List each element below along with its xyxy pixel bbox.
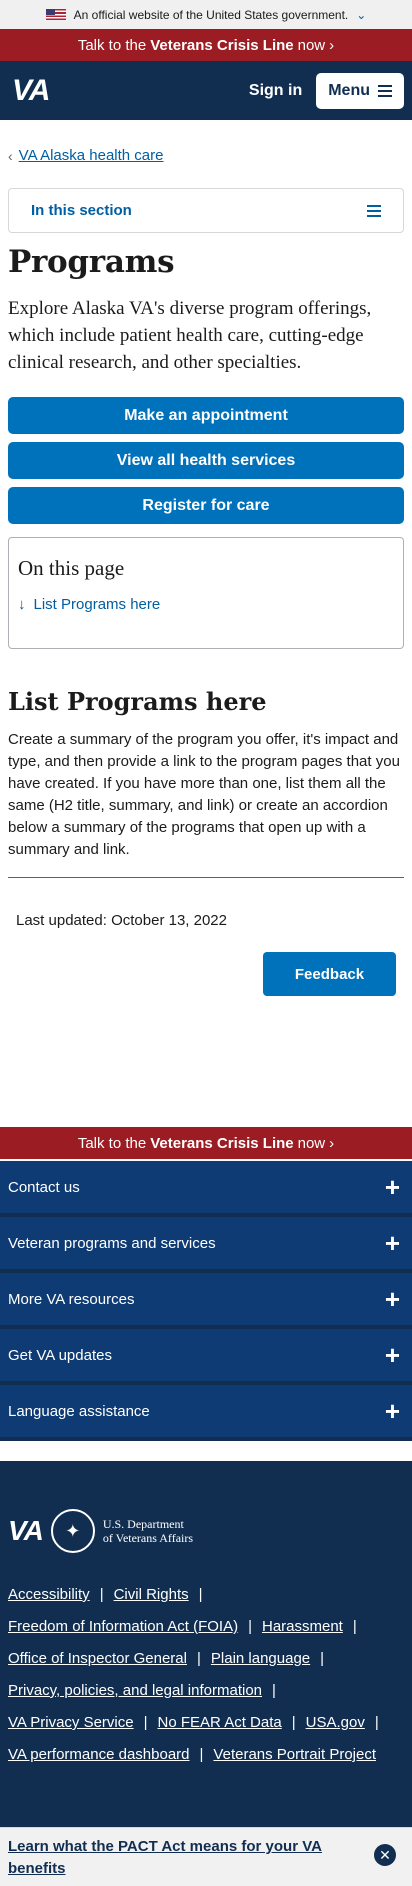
crisis-line-banner[interactable]: Talk to the Veterans Crisis Line now › [0, 29, 412, 61]
accordion-language-assistance[interactable]: Language assistance + [0, 1385, 412, 1441]
footer-logo[interactable]: VA ✦ U.S. Department of Veterans Affairs [8, 1509, 404, 1553]
site-footer: VA ✦ U.S. Department of Veterans Affairs… [0, 1461, 412, 1827]
footer-link-privacy[interactable]: Privacy, policies, and legal information [8, 1675, 262, 1707]
plus-icon: + [384, 1340, 400, 1370]
gov-banner-text: An official website of the United States… [73, 7, 349, 22]
footer-link-oig[interactable]: Office of Inspector General [8, 1643, 187, 1675]
chevron-right-icon: › [329, 36, 335, 54]
section-body: Create a summary of the program you offe… [8, 731, 400, 858]
footer-link-plain-language[interactable]: Plain language [211, 1643, 310, 1675]
footer-link-usa-gov[interactable]: USA.gov [306, 1707, 365, 1739]
footer-link-accessibility[interactable]: Accessibility [8, 1579, 90, 1611]
page-intro: Explore Alaska VA's diverse program offe… [8, 298, 372, 373]
va-logo[interactable]: VA [12, 74, 50, 108]
footer-link-performance-dashboard[interactable]: VA performance dashboard [8, 1739, 190, 1771]
on-this-page-title: On this page [18, 556, 125, 580]
divider [8, 877, 404, 878]
close-icon[interactable]: ✕ [374, 1844, 396, 1866]
footer-link-privacy-service[interactable]: VA Privacy Service [8, 1707, 134, 1739]
feedback-button[interactable]: Feedback [263, 952, 396, 996]
menu-button[interactable]: Menu [316, 72, 404, 109]
chevron-right-icon: › [329, 1134, 335, 1152]
on-this-page-link[interactable]: ↓ List Programs here [18, 596, 394, 613]
footer-link-foia[interactable]: Freedom of Information Act (FOIA) [8, 1611, 238, 1643]
chevron-down-icon[interactable]: ⌄ [356, 8, 366, 22]
pact-act-banner: Learn what the PACT Act means for your V… [0, 1827, 412, 1886]
site-header: VA Sign in Menu [0, 61, 412, 120]
main-content: ‹ VA Alaska health care In this section … [0, 147, 412, 524]
make-appointment-button[interactable]: Make an appointment [8, 397, 404, 434]
breadcrumb-link[interactable]: VA Alaska health care [19, 147, 164, 164]
pact-act-link[interactable]: Learn what the PACT Act means for your V… [8, 1838, 322, 1877]
plus-icon: + [384, 1172, 400, 1202]
footer-accordion: Contact us + Veteran programs and service… [0, 1161, 412, 1441]
breadcrumb: ‹ VA Alaska health care [8, 147, 404, 164]
footer-link-harassment[interactable]: Harassment [262, 1611, 343, 1643]
last-updated: Last updated: October 13, 2022 [16, 912, 227, 929]
hamburger-icon [367, 204, 381, 217]
on-this-page-box: On this page ↓ List Programs here [8, 537, 404, 649]
in-this-section-toggle[interactable]: In this section [8, 188, 404, 233]
footer-crisis-line-banner[interactable]: Talk to the Veterans Crisis Line now › [0, 1127, 412, 1159]
plus-icon: + [384, 1396, 400, 1426]
plus-icon: + [384, 1228, 400, 1258]
register-for-care-button[interactable]: Register for care [8, 487, 404, 524]
accordion-contact-us[interactable]: Contact us + [0, 1161, 412, 1217]
footer-links: Accessibility | Civil Rights | Freedom of … [8, 1579, 404, 1771]
accordion-more-resources[interactable]: More VA resources + [0, 1273, 412, 1329]
footer-link-civil-rights[interactable]: Civil Rights [114, 1579, 189, 1611]
department-name: U.S. Department of Veterans Affairs [102, 1517, 194, 1545]
chevron-left-icon: ‹ [8, 147, 13, 164]
accordion-veteran-programs[interactable]: Veteran programs and services + [0, 1217, 412, 1273]
us-flag-icon [45, 9, 66, 20]
section-heading: List Programs here [8, 687, 267, 716]
footer-link-no-fear[interactable]: No FEAR Act Data [158, 1707, 282, 1739]
sign-in-button[interactable]: Sign in [249, 82, 302, 100]
va-seal-icon: ✦ [50, 1509, 95, 1553]
section-content: List Programs here Create a summary of t… [0, 687, 412, 996]
gov-banner[interactable]: An official website of the United States… [0, 0, 412, 29]
footer-link-portrait-project[interactable]: Veterans Portrait Project [213, 1739, 376, 1771]
arrow-down-icon: ↓ [18, 596, 26, 613]
hamburger-icon [378, 84, 392, 97]
page-title: Programs [8, 244, 175, 280]
plus-icon: + [384, 1284, 400, 1314]
accordion-va-updates[interactable]: Get VA updates + [0, 1329, 412, 1385]
view-health-services-button[interactable]: View all health services [8, 442, 404, 479]
va-logo: VA [8, 1515, 44, 1546]
